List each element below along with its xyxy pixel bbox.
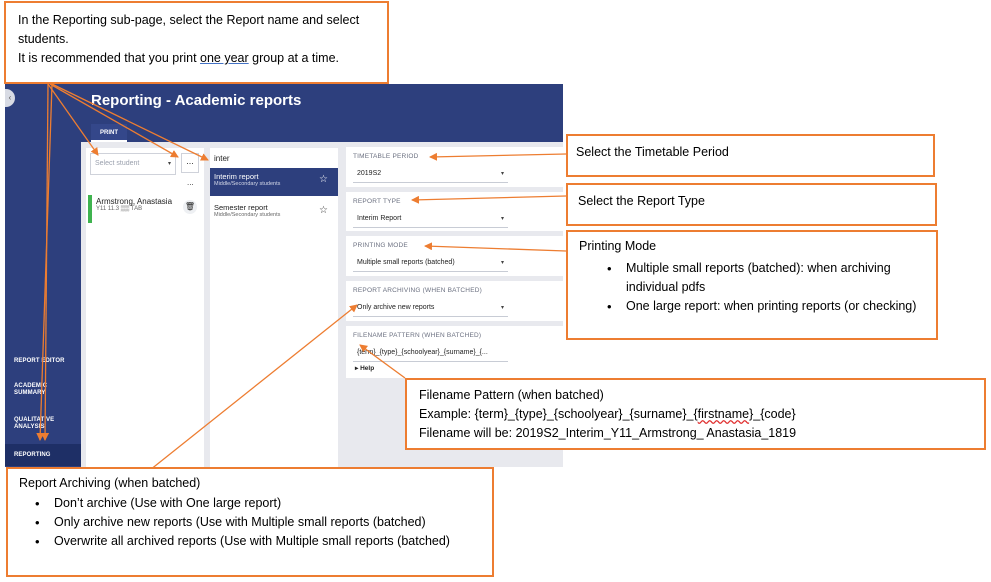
filename-pattern-card: FILENAME PATTERN (WHEN BATCHED) {term}_{… xyxy=(346,326,563,378)
printing-mode-value: Multiple small reports (batched) xyxy=(357,259,455,266)
report-archiving-label: REPORT ARCHIVING (WHEN BATCHED) xyxy=(353,287,482,294)
callout-text: In the Reporting sub-page, select the Re… xyxy=(18,13,360,46)
callout-report-archiving: Report Archiving (when batched) Don’t ar… xyxy=(6,467,494,577)
callout-text-part: group at a time. xyxy=(248,51,340,65)
student-more-button[interactable]: ... xyxy=(181,153,199,173)
report-type-label: REPORT TYPE xyxy=(353,198,401,205)
sidebar-item-reporting-label: REPORTING xyxy=(14,452,51,458)
report-name: Semester report xyxy=(214,203,268,212)
students-panel: Select student ▾ ... ... Armstrong, Anas… xyxy=(86,148,204,467)
printing-mode-label: PRINTING MODE xyxy=(353,242,408,249)
report-audience: Middle/Secondary students xyxy=(214,212,281,218)
callout-bullet-list: Multiple small reports (batched): when a… xyxy=(607,259,925,316)
callout-select-report-and-students: In the Reporting sub-page, select the Re… xyxy=(4,1,389,84)
timetable-period-label: TIMETABLE PERIOD xyxy=(353,153,419,160)
callout-title: Printing Mode xyxy=(579,239,657,253)
callout-title: Report Archiving (when batched) xyxy=(19,476,201,490)
callout-text-part: It is recommended that you print xyxy=(18,51,201,65)
student-list-item[interactable]: Armstrong, Anastasia Y11 11.3 ▒▒ TAB 🗑 xyxy=(88,195,200,223)
report-archiving-value: Only archive new reports xyxy=(357,304,435,311)
star-icon[interactable]: ☆ xyxy=(319,205,328,216)
student-select[interactable]: Select student ▾ xyxy=(90,153,176,175)
report-type-value: Interim Report xyxy=(357,215,402,222)
callout-title: Filename Pattern (when batched) xyxy=(419,388,604,402)
chevron-down-icon: ▾ xyxy=(500,305,504,311)
timetable-period-value: 2019S2 xyxy=(357,170,382,177)
student-meta: Y11 11.3 ▒▒ TAB xyxy=(96,206,143,212)
report-name: Interim report xyxy=(214,172,259,181)
reports-panel: inter Interim report Middle/Secondary st… xyxy=(210,148,338,467)
report-audience: Middle/Secondary students xyxy=(214,181,281,187)
callout-text: Select the Report Type xyxy=(578,194,705,208)
chevron-down-icon: ▾ xyxy=(500,216,504,222)
chevron-down-icon: ▾ xyxy=(500,171,504,177)
page-title: Reporting - Academic reports xyxy=(91,92,302,109)
help-toggle[interactable]: ▸ Help xyxy=(355,364,374,372)
student-options-button[interactable]: ... xyxy=(187,178,194,187)
report-archiving-card: REPORT ARCHIVING (WHEN BATCHED) Only arc… xyxy=(346,281,563,321)
callout-bullet-list: Don’t archive (Use with One large report… xyxy=(35,494,481,551)
filename-pattern-value: {term}_{type}_{schoolyear}_{surname}_{..… xyxy=(357,349,488,356)
trash-icon[interactable]: 🗑 xyxy=(183,200,197,214)
callout-bullet: Don’t archive (Use with One large report… xyxy=(35,494,481,513)
printing-mode-card: PRINTING MODE Multiple small reports (ba… xyxy=(346,236,563,276)
callout-text: It is recommended that you print one yea… xyxy=(18,49,375,68)
tab-print[interactable]: PRINT xyxy=(91,124,127,142)
chevron-down-icon: ▾ xyxy=(167,161,171,167)
help-label: Help xyxy=(360,365,375,372)
chevron-down-icon: ▾ xyxy=(500,260,504,266)
printing-mode-select[interactable]: Multiple small reports (batched) ▾ xyxy=(353,256,508,272)
sidebar-item-reporting[interactable]: REPORTING xyxy=(5,444,81,466)
callout-text: Example: {term}_{type}_{schoolyear}_{sur… xyxy=(419,405,972,424)
callout-bullet: Multiple small reports (batched): when a… xyxy=(607,259,925,297)
sidebar-item-qualitative-analysis[interactable]: QUALITATIVE ANALYSIS xyxy=(14,417,64,431)
page-header: Reporting - Academic reports xyxy=(81,84,563,124)
filename-pattern-label: FILENAME PATTERN (WHEN BATCHED) xyxy=(353,332,482,339)
callout-text-part: }_{code} xyxy=(749,407,796,421)
callout-filename-pattern: Filename Pattern (when batched) Example:… xyxy=(405,378,986,450)
callout-text-part: Example: {term}_{type}_{schoolyear}_{sur… xyxy=(419,407,698,421)
student-select-placeholder: Select student xyxy=(95,160,140,167)
sidebar-item-report-editor[interactable]: REPORT EDITOR xyxy=(14,358,65,365)
filename-pattern-input[interactable]: {term}_{type}_{schoolyear}_{surname}_{..… xyxy=(353,346,508,362)
sidebar: ‹ REPORT EDITOR ACADEMIC SUMMARY QUALITA… xyxy=(5,84,81,467)
callout-spellcheck-word: firstname xyxy=(697,407,750,421)
callout-bullet: Only archive new reports (Use with Multi… xyxy=(35,513,481,532)
sidebar-item-academic-summary[interactable]: ACADEMIC SUMMARY xyxy=(14,383,54,397)
report-list-item[interactable]: Interim report Middle/Secondary students… xyxy=(210,168,338,196)
callout-bullet: Overwrite all archived reports (Use with… xyxy=(35,532,481,551)
report-type-select[interactable]: Interim Report ▾ xyxy=(353,212,508,228)
star-icon[interactable]: ☆ xyxy=(319,174,328,185)
callout-timetable-period: Select the Timetable Period xyxy=(566,134,935,177)
callout-printing-mode: Printing Mode Multiple small reports (ba… xyxy=(566,230,938,340)
report-type-card: REPORT TYPE Interim Report ▾ xyxy=(346,192,563,231)
tab-bar: PRINT xyxy=(81,124,563,142)
timetable-period-card: TIMETABLE PERIOD 2019S2 ▾ xyxy=(346,147,563,187)
callout-underlined-text: one year xyxy=(200,51,249,65)
callout-text: Select the Timetable Period xyxy=(576,145,729,159)
callout-report-type: Select the Report Type xyxy=(566,183,937,226)
student-name: Armstrong, Anastasia xyxy=(96,197,173,206)
callout-bullet: One large report: when printing reports … xyxy=(607,297,925,316)
report-search-input[interactable]: inter xyxy=(214,154,230,163)
collapse-sidebar-icon[interactable]: ‹ xyxy=(5,89,15,107)
timetable-period-select[interactable]: 2019S2 ▾ xyxy=(353,167,508,183)
report-archiving-select[interactable]: Only archive new reports ▾ xyxy=(353,301,508,317)
callout-text: Filename will be: 2019S2_Interim_Y11_Arm… xyxy=(419,426,797,440)
report-list-item[interactable]: Semester report Middle/Secondary student… xyxy=(210,199,338,227)
